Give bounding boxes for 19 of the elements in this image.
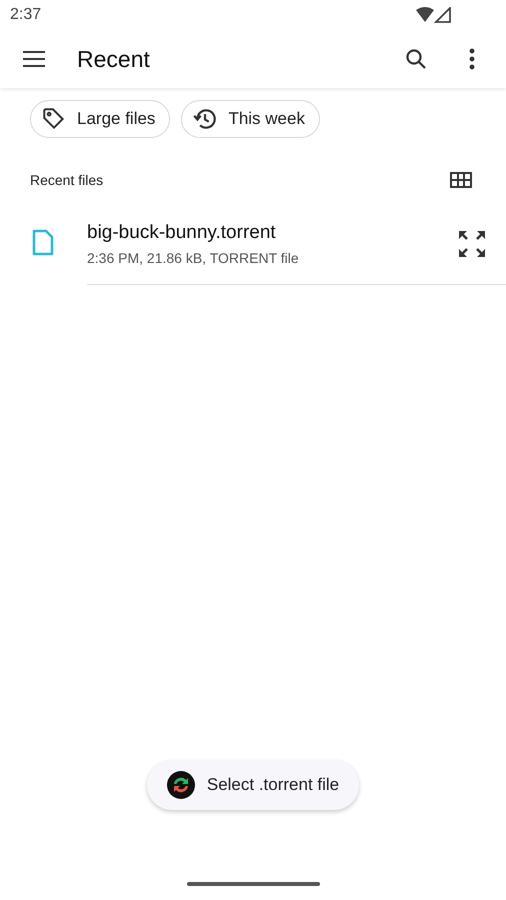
file-icon xyxy=(32,229,54,256)
file-details: 2:36 PM, 21.86 kB, TORRENT file xyxy=(87,250,300,266)
section-title: Recent files xyxy=(30,172,104,188)
file-name: big-buck-bunny.torrent xyxy=(87,222,277,244)
more-options-icon xyxy=(469,48,475,70)
grid-view-icon[interactable] xyxy=(450,172,472,188)
toast-label: Select .torrent file xyxy=(206,775,340,795)
navigation-handle[interactable] xyxy=(186,882,320,886)
menu-icon xyxy=(22,50,46,68)
signal-icon xyxy=(416,7,452,23)
select-file-toast[interactable]: Select .torrent file xyxy=(146,760,360,810)
filter-chip[interactable]: This week xyxy=(181,100,320,138)
sync-arrows-icon xyxy=(166,771,195,799)
search-icon xyxy=(404,47,428,71)
expand-icon[interactable] xyxy=(458,230,486,258)
filter-chip[interactable]: Large files xyxy=(30,100,170,138)
tag-icon xyxy=(41,106,67,132)
status-time: 2:37 xyxy=(10,6,42,24)
page-title: Recent xyxy=(77,46,151,72)
